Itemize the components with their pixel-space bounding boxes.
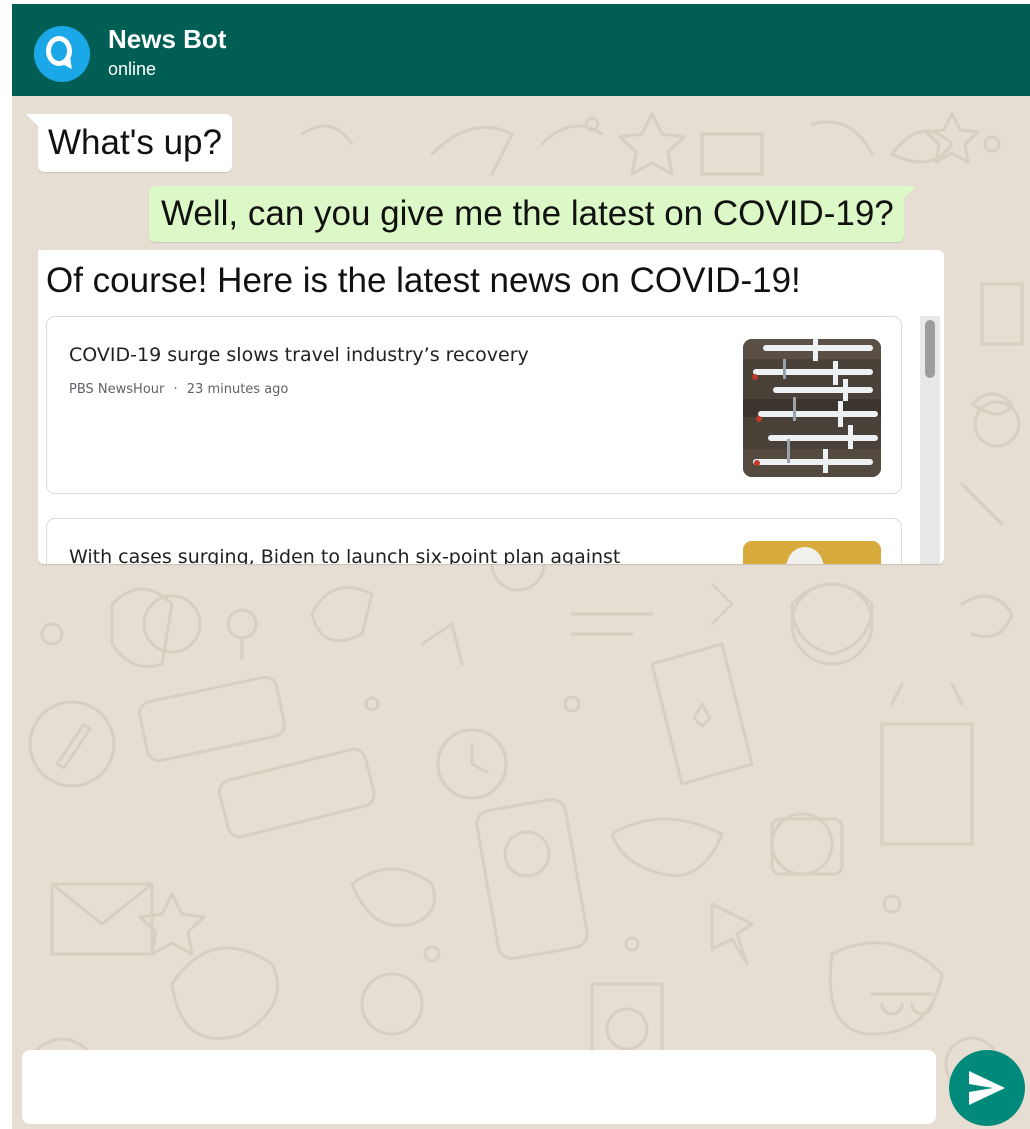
news-meta: PBS NewsHour · 23 minutes ago [69,381,288,399]
bubble-tail [26,114,38,126]
bubble-tail [903,186,916,198]
news-card[interactable]: With cases surging, Biden to launch six-… [46,518,902,564]
news-carousel[interactable]: COVID-19 surge slows travel industry’s r… [46,316,942,564]
incoming-message: What's up? [26,114,232,172]
news-source: PBS NewsHour [69,382,165,397]
send-arrow-icon [969,1071,1005,1105]
bot-name: News Bot [108,24,227,54]
bot-status: online [108,59,157,79]
outgoing-message: Well, can you give me the latest on COVI… [149,186,916,242]
send-button[interactable] [949,1050,1025,1126]
bot-avatar[interactable] [34,26,90,82]
incoming-message-news: Of course! Here is the latest news on CO… [38,250,944,564]
parked-airplanes-image[interactable] [743,339,881,477]
biden-portrait-image[interactable] [743,541,881,564]
meta-separator: · [173,382,178,397]
news-card[interactable]: COVID-19 surge slows travel industry’s r… [46,316,902,494]
message-text: What's up? [48,123,222,162]
chat-header: News Bot online [12,4,1030,96]
message-input[interactable] [22,1050,936,1124]
chat-window: News Bot online What's up? Well, can you… [12,4,1030,1129]
message-text: Well, can you give me the latest on COVI… [161,194,894,233]
news-scrollbar[interactable] [920,316,940,564]
news-headline[interactable]: With cases surging, Biden to launch six-… [69,543,729,564]
message-text: Of course! Here is the latest news on CO… [46,261,801,300]
news-headline[interactable]: COVID-19 surge slows travel industry’s r… [69,341,729,369]
wallpaper-doodles [28,112,1024,1092]
scrollbar-thumb[interactable] [925,320,935,378]
news-time: 23 minutes ago [186,382,289,397]
